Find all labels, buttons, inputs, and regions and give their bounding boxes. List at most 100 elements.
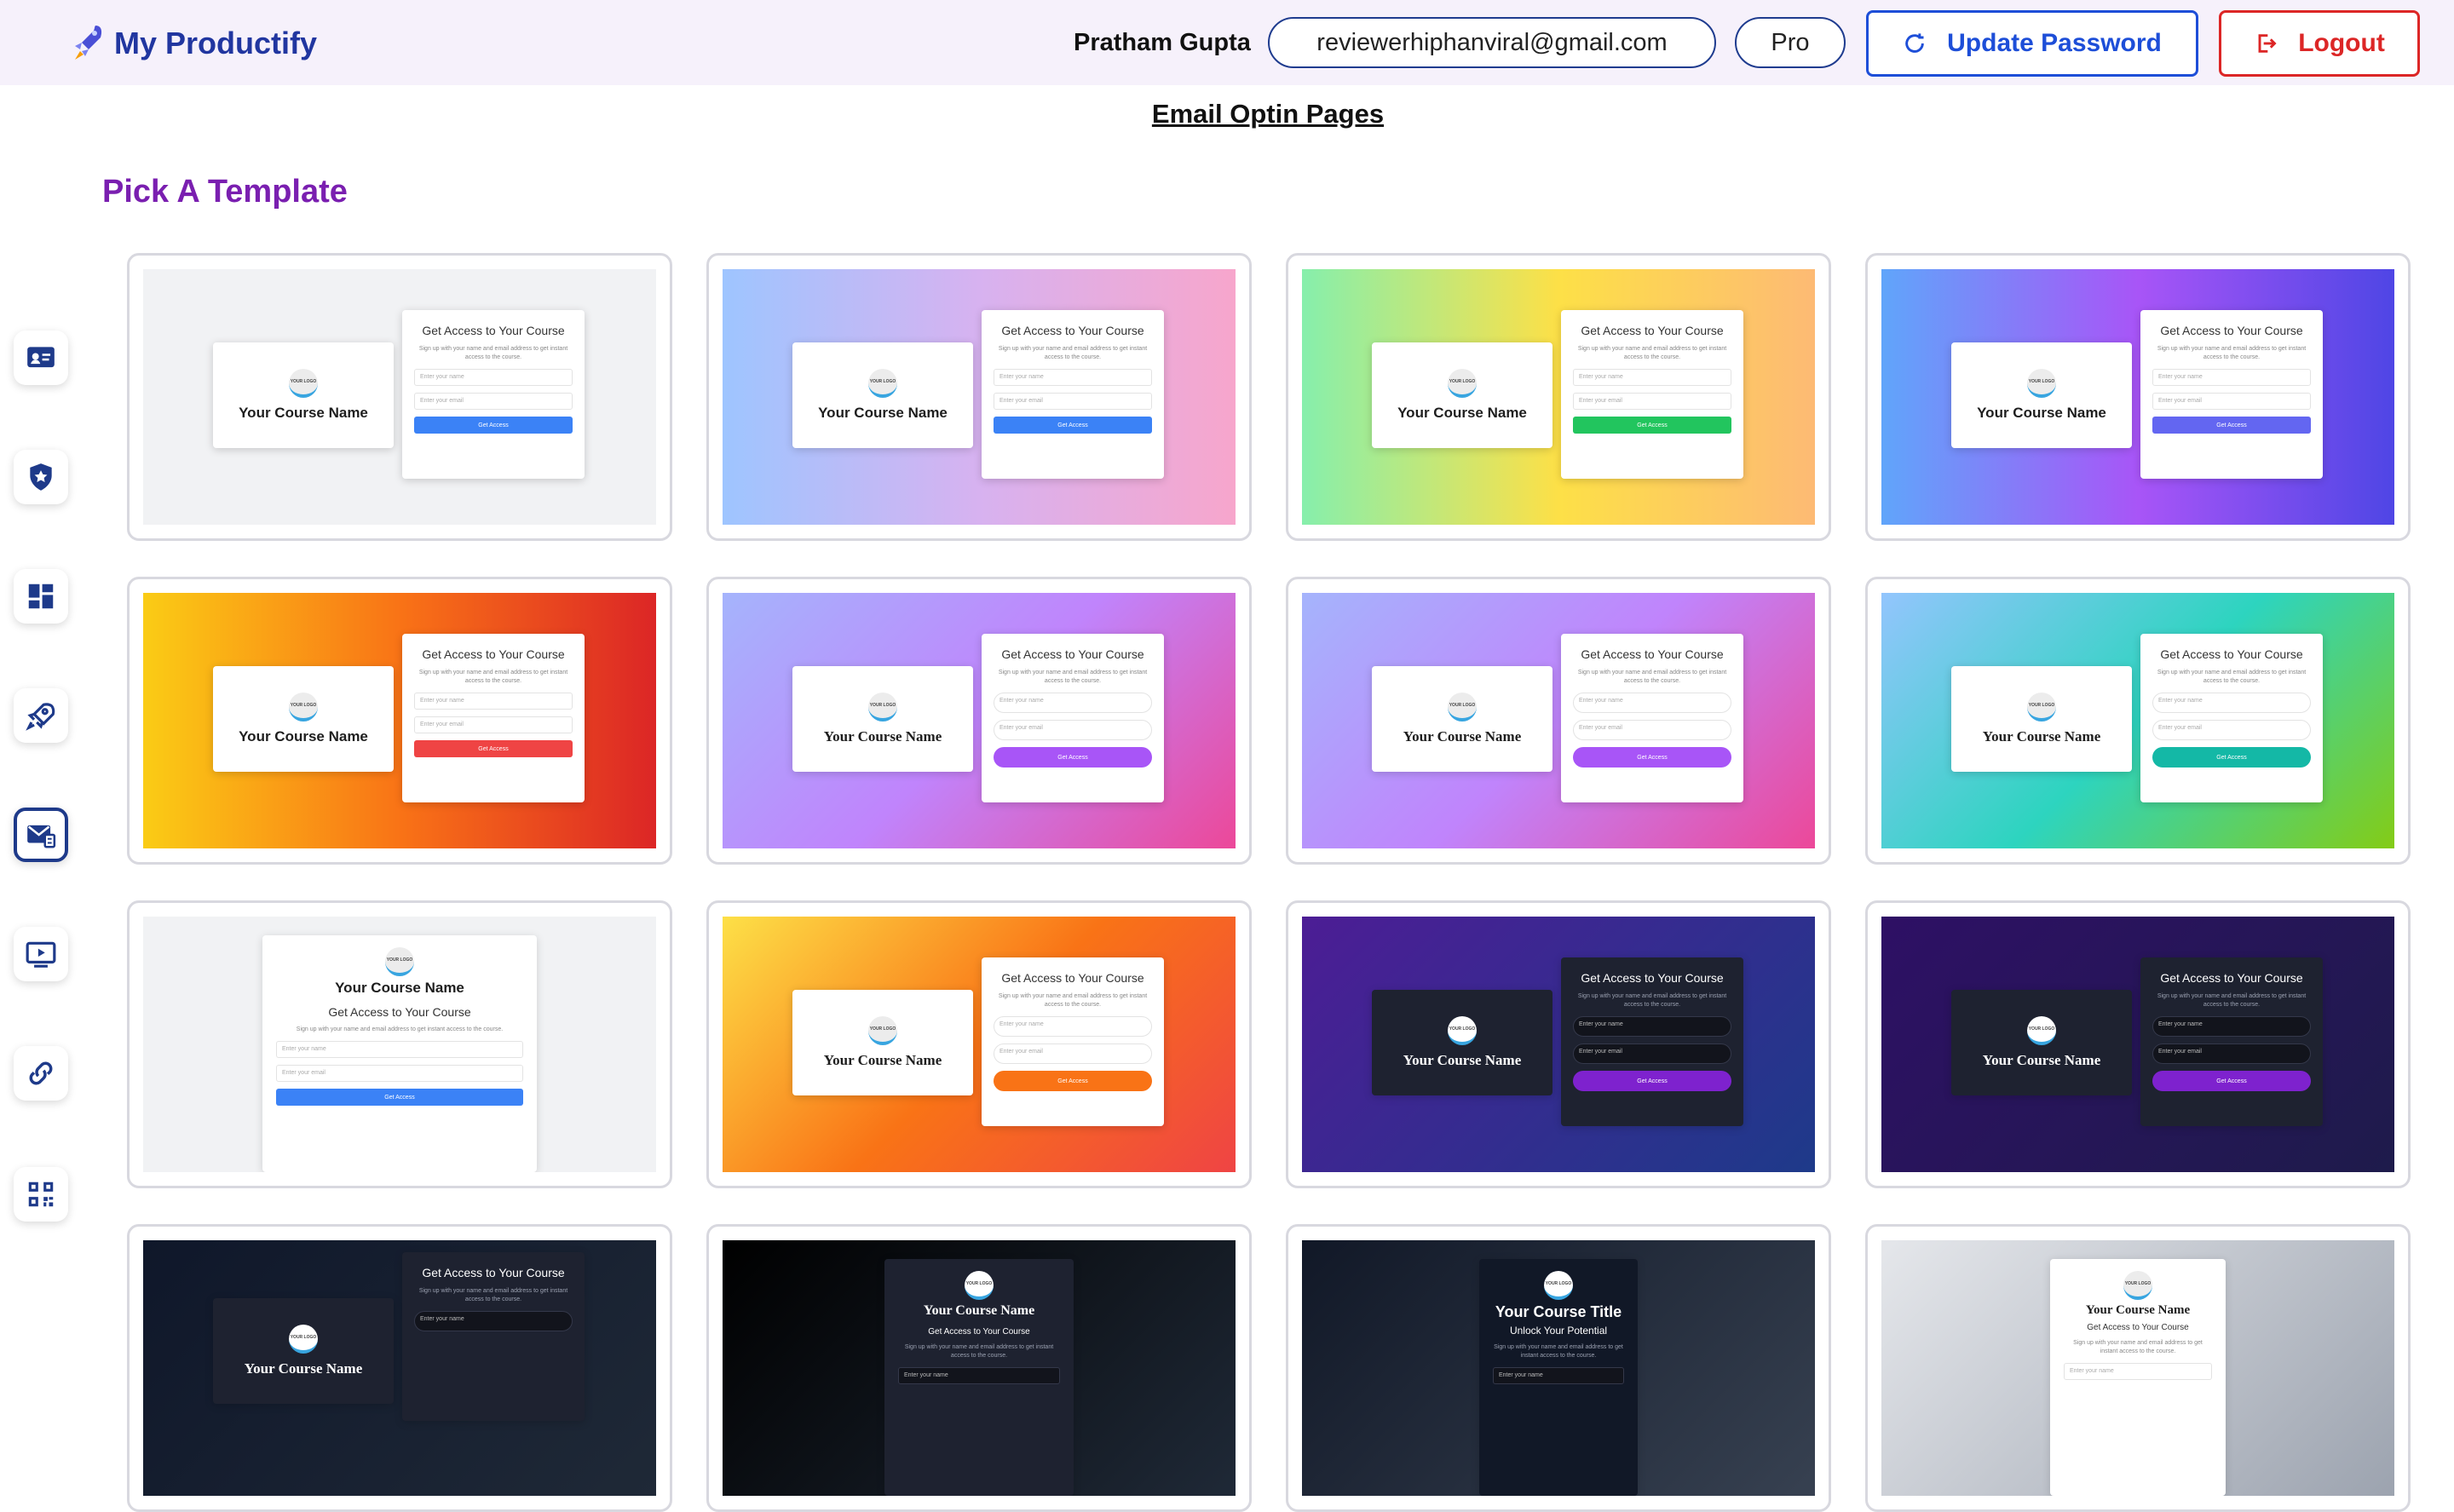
logo-placeholder: YOUR LOGO [1448,693,1477,722]
form-title: Get Access to Your Course [2160,971,2303,985]
template-card[interactable]: YOUR LOGO Your Course Name Get Access to… [127,577,672,865]
form-title: Get Access to Your Course [2087,1323,2189,1332]
email-field: Enter your email [2152,1043,2311,1064]
course-title: Your Course Title [1495,1303,1622,1320]
name-field: Enter your name [2152,369,2311,386]
optin-form: Get Access to Your Course Sign up with y… [2140,310,2323,479]
template-card[interactable]: YOUR LOGO Your Course Name Get Access to… [127,1224,672,1512]
get-access-button: Get Access [1573,417,1731,434]
sidebar-item-videos[interactable] [14,927,68,981]
template-card[interactable]: YOUR LOGO Your Course Name Get Access to… [706,253,1252,541]
name-field: Enter your name [1573,1016,1731,1037]
name-field: Enter your name [414,693,573,710]
form-subtitle: Sign up with your name and email address… [2157,670,2307,684]
sidebar-item-launch[interactable] [14,688,68,743]
sidebar-item-links[interactable] [14,1046,68,1101]
logo-placeholder: YOUR LOGO [1544,1271,1573,1300]
get-access-button: Get Access [2152,1071,2311,1091]
template-card[interactable]: YOUR LOGO Your Course Name Get Access to… [1865,900,2411,1188]
logo-placeholder: YOUR LOGO [2027,1016,2056,1045]
course-name: Your Course Name [239,405,368,421]
get-access-button: Get Access [994,747,1152,767]
optin-form: Get Access to Your Course Sign up with y… [2140,957,2323,1126]
course-name: Your Course Name [1403,728,1522,745]
name-field: Enter your name [1573,369,1731,386]
plan-badge: Pro [1735,17,1846,68]
template-preview: YOUR LOGO Your Course Name Get Access to… [143,269,656,525]
template-card[interactable]: YOUR LOGO Your Course Name Get Access to… [127,900,672,1188]
email-field: Enter your email [2152,720,2311,740]
template-card[interactable]: YOUR LOGO Your Course Name Get Access to… [706,1224,1252,1512]
name-field: Enter your name [276,1041,523,1058]
logo-placeholder: YOUR LOGO [868,693,897,722]
optin-form: YOUR LOGO Your Course Name Get Access to… [2050,1259,2226,1496]
update-password-button[interactable]: Update Password [1866,10,2198,77]
course-name-box: YOUR LOGO Your Course Name [792,666,973,772]
template-card[interactable]: YOUR LOGO Your Course Name Get Access to… [1865,253,2411,541]
course-name: Your Course Name [818,405,948,421]
template-card[interactable]: YOUR LOGO Your Course Name Get Access to… [1865,577,2411,865]
brand[interactable]: My Productify [72,22,317,65]
sidebar-item-dashboard[interactable] [14,569,68,624]
sidebar-item-security[interactable] [14,450,68,504]
template-card[interactable]: YOUR LOGO Your Course Name Get Access to… [706,900,1252,1188]
name-field: Enter your name [898,1367,1060,1384]
course-name-box: YOUR LOGO Your Course Name [792,342,973,448]
template-card[interactable]: YOUR LOGO Your Course Name Get Access to… [1286,577,1831,865]
form-subtitle: Sign up with your name and email address… [998,346,1148,360]
optin-form: Get Access to Your Course Sign up with y… [402,634,585,802]
form-subtitle: Sign up with your name and email address… [1577,993,1727,1008]
name-field: Enter your name [414,1311,573,1331]
course-name-box: YOUR LOGO Your Course Name [1372,990,1552,1095]
template-preview: YOUR LOGO Your Course Name Get Access to… [1881,593,2394,848]
course-name-box: YOUR LOGO Your Course Name [213,1298,394,1404]
course-name-box: YOUR LOGO Your Course Name [1951,666,2132,772]
template-card[interactable]: YOUR LOGO Your Course Name Get Access to… [127,253,672,541]
optin-form: YOUR LOGO Your Course Name Get Access to… [262,935,537,1172]
name-field: Enter your name [414,369,573,386]
logo-placeholder: YOUR LOGO [1448,369,1477,398]
sidebar-item-qr[interactable] [14,1167,68,1222]
form-subtitle: Sign up with your name and email address… [998,670,1148,684]
template-card[interactable]: YOUR LOGO Your Course Name Get Access to… [1286,900,1831,1188]
get-access-button: Get Access [2152,417,2311,434]
optin-form: Get Access to Your Course Sign up with y… [2140,634,2323,802]
name-field: Enter your name [994,693,1152,713]
name-field: Enter your name [1573,693,1731,713]
user-email-pill: reviewerhiphanviral@gmail.com [1268,17,1716,68]
email-field: Enter your email [414,393,573,410]
form-title: Get Access to Your Course [422,647,565,661]
name-field: Enter your name [2064,1363,2212,1380]
page-title: Email Optin Pages [1151,99,1385,129]
update-password-label: Update Password [1947,29,2162,57]
sidebar-item-email-optin[interactable] [14,808,68,862]
email-field: Enter your email [2152,393,2311,410]
template-card[interactable]: YOUR LOGO Your Course Title Unlock Your … [1286,1224,1831,1512]
template-preview: YOUR LOGO Your Course Name Get Access to… [143,1240,656,1496]
template-preview: YOUR LOGO Your Course Title Unlock Your … [1302,1240,1815,1496]
optin-form: Get Access to Your Course Sign up with y… [982,634,1164,802]
template-card[interactable]: YOUR LOGO Your Course Name Get Access to… [706,577,1252,865]
form-subtitle: Sign up with your name and email address… [418,346,568,360]
template-preview: YOUR LOGO Your Course Name Get Access to… [723,593,1236,848]
name-field: Enter your name [2152,1016,2311,1037]
form-subtitle: Sign up with your name and email address… [418,670,568,684]
email-field: Enter your email [994,1043,1152,1064]
template-card[interactable]: YOUR LOGO Your Course Name Get Access to… [1865,1224,2411,1512]
link-icon [29,1061,53,1085]
course-name: Your Course Name [239,728,368,745]
user-name: Pratham Gupta [1074,29,1251,56]
get-access-button: Get Access [276,1089,523,1106]
form-title: Get Access to Your Course [2160,647,2303,661]
template-card[interactable]: YOUR LOGO Your Course Name Get Access to… [1286,253,1831,541]
mail-page-icon [27,825,56,848]
template-preview: YOUR LOGO Your Course Name Get Access to… [723,917,1236,1172]
template-preview: YOUR LOGO Your Course Name Get Access to… [143,593,656,848]
course-name: Your Course Name [823,1052,942,1068]
logout-button[interactable]: Logout [2219,10,2420,77]
email-field: Enter your email [994,720,1152,740]
course-name: Your Course Name [1397,405,1527,421]
sidebar-item-contacts[interactable] [14,331,68,385]
brand-name: My Productify [114,26,318,60]
top-header: My Productify Pratham Gupta reviewerhiph… [0,0,2454,85]
